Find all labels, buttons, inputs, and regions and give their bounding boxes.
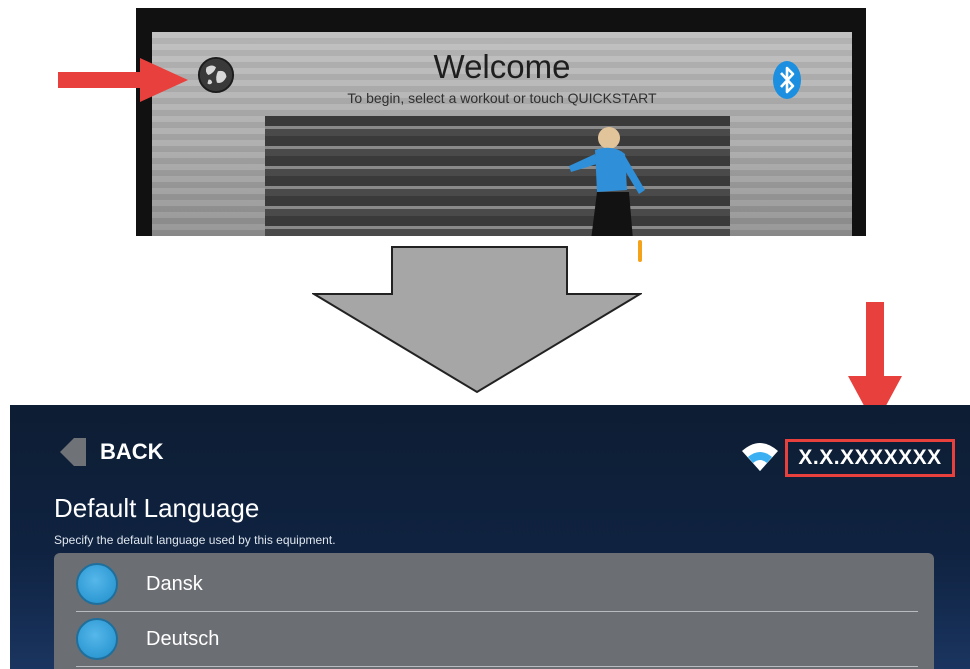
runner-figure [569, 127, 645, 236]
section-title: Default Language [54, 493, 260, 523]
language-label: Dansk [146, 572, 203, 595]
back-button[interactable]: BACK [60, 435, 164, 469]
section-description: Specify the default language used by thi… [54, 533, 336, 547]
welcome-screen: Welcome To begin, select a workout or to… [152, 32, 852, 236]
welcome-subtitle: To begin, select a workout or touch QUIC… [347, 90, 657, 106]
radio-button[interactable] [76, 563, 118, 605]
back-arrow-icon [60, 438, 86, 466]
version-highlight-box: X.X.XXXXXXX [785, 439, 955, 477]
language-option-deutsch[interactable]: Deutsch [76, 612, 918, 667]
settings-panel: BACK X.X.XXXXXXX Default Language Specif… [10, 405, 970, 669]
language-list: Dansk Deutsch [54, 553, 934, 669]
wifi-icon [742, 443, 778, 471]
equipment-photo: Welcome To begin, select a workout or to… [136, 8, 866, 236]
language-option-dansk[interactable]: Dansk [76, 557, 918, 612]
language-label: Deutsch [146, 627, 220, 650]
red-annotation-arrow-right [58, 58, 188, 102]
welcome-title: Welcome [433, 48, 571, 85]
version-number: X.X.XXXXXXX [798, 446, 942, 469]
grey-down-arrow [312, 246, 642, 394]
back-label: BACK [100, 439, 164, 464]
bluetooth-icon[interactable] [772, 60, 802, 100]
radio-button[interactable] [76, 618, 118, 660]
